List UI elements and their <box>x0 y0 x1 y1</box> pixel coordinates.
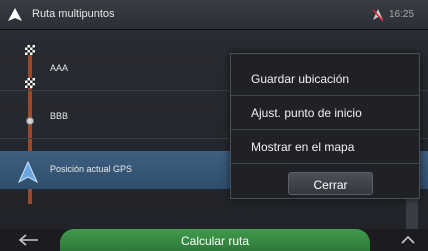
route-point-label: Posición actual GPS <box>50 164 133 174</box>
gps-off-icon <box>372 9 384 22</box>
close-button[interactable]: Cerrar <box>288 172 373 195</box>
calculate-route-label: Calcular ruta <box>180 234 250 248</box>
multipoint-route-screen: Ruta multipuntos 16:25 AAA BBB Posición … <box>0 0 428 251</box>
menu-item-save-location[interactable]: Guardar ubicación <box>231 62 419 96</box>
back-arrow-icon[interactable] <box>18 233 42 247</box>
chevron-up-icon[interactable] <box>400 234 416 246</box>
navigation-arrow-icon[interactable] <box>6 6 24 24</box>
calculate-route-button[interactable]: Calcular ruta <box>60 229 370 251</box>
menu-item-label: Mostrar en el mapa <box>251 140 355 154</box>
header-bar: Ruta multipuntos 16:25 <box>0 0 428 30</box>
bottom-bar: Calcular ruta <box>0 229 428 251</box>
gps-position-arrow-icon <box>18 161 38 183</box>
clock-time: 16:25 <box>389 9 415 20</box>
page-title: Ruta multipuntos <box>32 8 115 20</box>
menu-item-show-on-map[interactable]: Mostrar en el mapa <box>231 130 419 164</box>
checkered-flag-icon <box>25 45 35 55</box>
checkered-flag-icon <box>25 78 35 88</box>
route-point-label: BBB <box>50 111 69 121</box>
close-button-label: Cerrar <box>313 178 348 192</box>
menu-item-label: Ajust. punto de inicio <box>251 106 362 120</box>
waypoint-dot-icon <box>26 117 34 125</box>
menu-item-label: Guardar ubicación <box>251 72 350 86</box>
route-point-label: AAA <box>50 63 69 73</box>
context-menu-popup: Guardar ubicación Ajust. punto de inicio… <box>230 53 420 199</box>
menu-item-set-start-point[interactable]: Ajust. punto de inicio <box>231 96 419 130</box>
